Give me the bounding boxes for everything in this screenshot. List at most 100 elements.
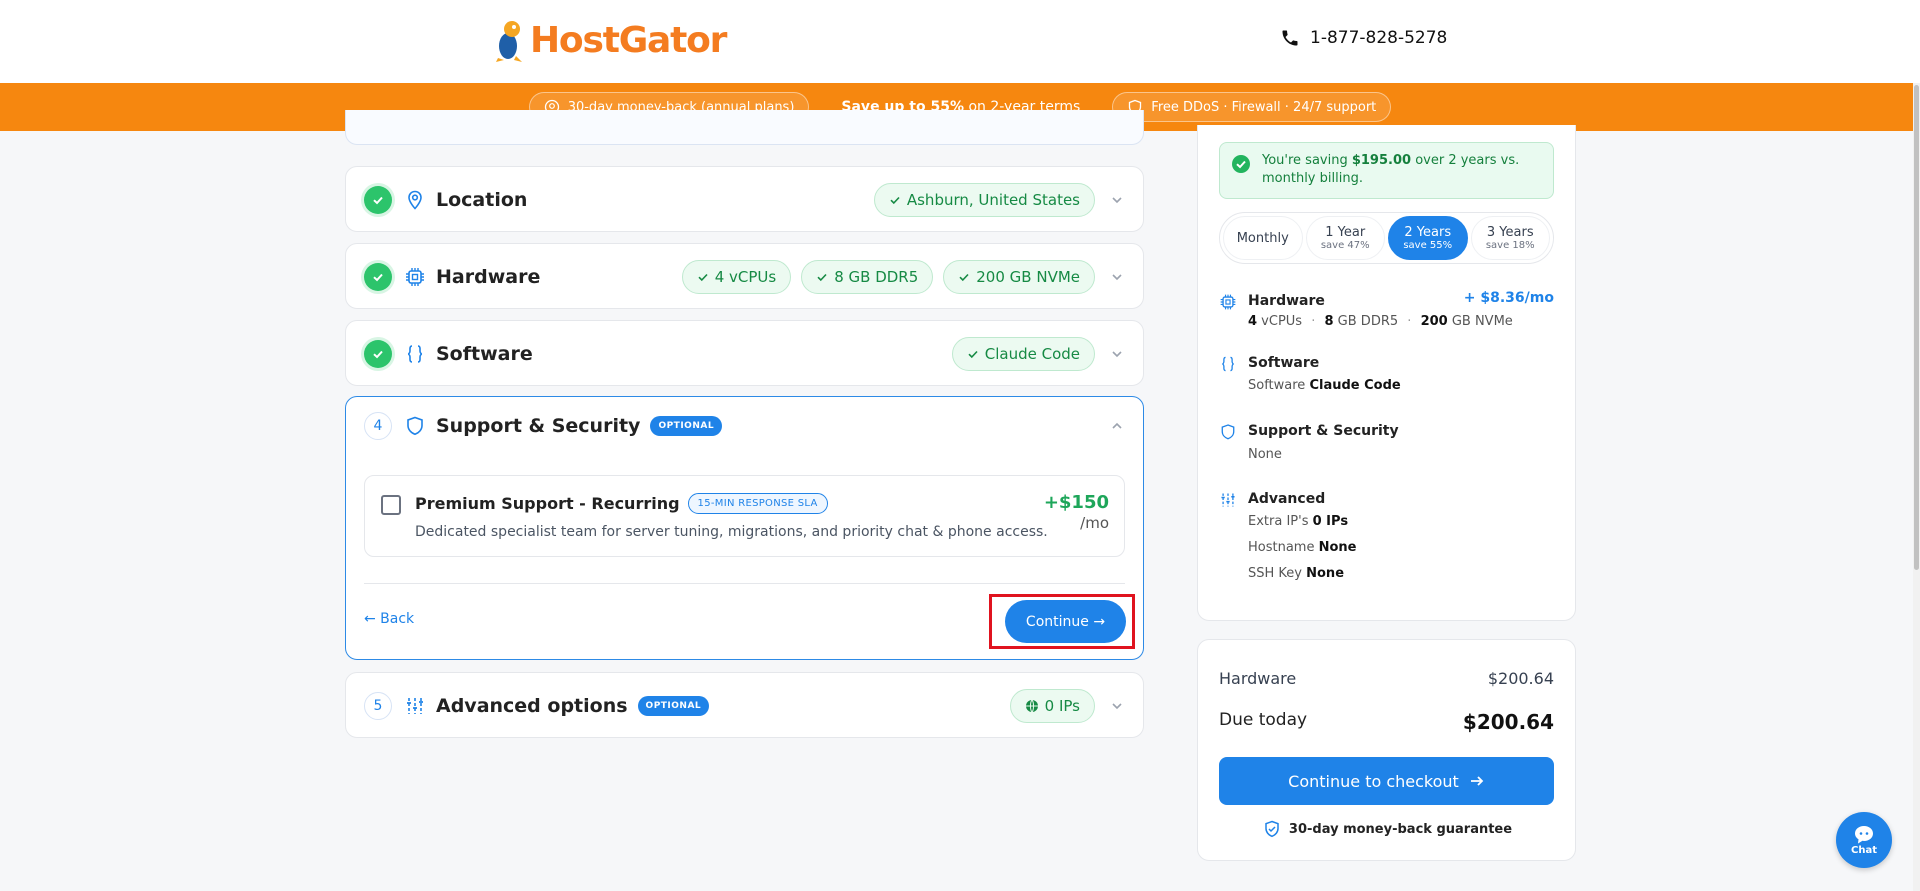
ips-chip: 0 IPs bbox=[1009, 689, 1095, 723]
chevron-down-icon[interactable] bbox=[1109, 192, 1125, 208]
check-icon bbox=[817, 273, 827, 282]
chip-label: 4 vCPUs bbox=[714, 268, 777, 286]
term-label: 1 Year bbox=[1325, 225, 1366, 240]
addon-description: Dedicated specialist team for server tun… bbox=[415, 524, 1048, 540]
sliders-icon bbox=[1221, 493, 1235, 507]
addon-premium-support[interactable]: Premium Support - Recurring 15-MIN RESPO… bbox=[364, 475, 1125, 557]
summary-hardware-price: + $8.36/mo bbox=[1463, 290, 1554, 306]
logo-text: HostGator bbox=[530, 19, 727, 61]
ram-unit: GB DDR5 bbox=[1333, 314, 1399, 329]
continue-button[interactable]: Continue → bbox=[1005, 600, 1126, 643]
addon-price-period: /mo bbox=[1080, 514, 1109, 532]
back-link[interactable]: ← Back bbox=[364, 611, 414, 627]
check-icon bbox=[968, 350, 978, 359]
cpu-chip-icon bbox=[406, 268, 424, 286]
guarantee-text: 30-day money-back guarantee bbox=[1288, 821, 1513, 837]
summary-extra-ips: Extra IP's 0 IPs bbox=[1248, 514, 1348, 529]
completed-check-icon bbox=[364, 340, 392, 368]
chevron-down-icon[interactable] bbox=[1109, 346, 1125, 362]
check-icon bbox=[959, 273, 969, 282]
savings-notice: You're saving $195.00 over 2 years vs. m… bbox=[1219, 142, 1554, 199]
chat-bubble-icon bbox=[1855, 825, 1873, 843]
summary-ssh-key: SSH Key None bbox=[1248, 566, 1344, 581]
step-advanced-options[interactable]: 5 Advanced options OPTIONAL 0 IPs bbox=[345, 672, 1144, 738]
code-braces-icon bbox=[407, 345, 423, 363]
software-value: Claude Code bbox=[1309, 378, 1401, 393]
step-number: 4 bbox=[364, 412, 392, 440]
map-pin-icon bbox=[408, 190, 422, 210]
summary-software-value: Software Claude Code bbox=[1248, 378, 1401, 393]
cpu-value: 4 bbox=[1248, 314, 1258, 329]
sliders-icon bbox=[407, 698, 423, 714]
addon-price: +$150 bbox=[1043, 492, 1109, 513]
chat-widget-button[interactable]: Chat bbox=[1836, 812, 1892, 868]
chip-label: 200 GB NVMe bbox=[976, 268, 1080, 286]
phone-icon bbox=[1282, 30, 1298, 46]
chat-label: Chat bbox=[1851, 844, 1877, 856]
ips-value: 0 IPs bbox=[1312, 514, 1349, 529]
addon-checkbox[interactable] bbox=[381, 495, 401, 515]
software-label: Software bbox=[1248, 378, 1310, 393]
checkout-label: Continue to checkout bbox=[1288, 771, 1459, 791]
step-software[interactable]: Software Claude Code bbox=[345, 320, 1144, 386]
term-discount: save 47% bbox=[1320, 240, 1370, 251]
ssh-value: None bbox=[1306, 566, 1345, 581]
money-back-guarantee: 30-day money-back guarantee bbox=[1198, 820, 1577, 838]
globe-icon bbox=[1025, 699, 1038, 713]
savings-amount: $195.00 bbox=[1351, 153, 1412, 168]
summary-advanced-title: Advanced bbox=[1248, 491, 1326, 507]
completed-check-icon bbox=[364, 186, 392, 214]
totals-hardware-row: Hardware $200.64 bbox=[1219, 669, 1554, 688]
term-3-years[interactable]: 3 Years save 18% bbox=[1470, 216, 1550, 260]
chip-label: 0 IPs bbox=[1044, 697, 1080, 715]
due-today-value: $200.64 bbox=[1462, 710, 1554, 734]
chevron-down-icon[interactable] bbox=[1109, 269, 1125, 285]
step-title: Location bbox=[436, 189, 528, 211]
totals-hardware-label: Hardware bbox=[1219, 669, 1297, 688]
term-discount: save 55% bbox=[1403, 240, 1453, 251]
term-monthly[interactable]: Monthly bbox=[1223, 216, 1303, 260]
previous-step-card bbox=[345, 110, 1144, 145]
optional-badge: OPTIONAL bbox=[650, 416, 723, 436]
support-phone[interactable]: 1-877-828-5278 bbox=[1280, 28, 1447, 48]
chip-label: Ashburn, United States bbox=[906, 191, 1080, 209]
software-chip: Claude Code bbox=[951, 337, 1095, 371]
term-2-years[interactable]: 2 Years save 55% bbox=[1388, 216, 1468, 260]
summary-hostname: Hostname None bbox=[1248, 540, 1357, 555]
term-discount: save 18% bbox=[1485, 240, 1535, 251]
step-title: Hardware bbox=[436, 266, 541, 288]
chevron-down-icon[interactable] bbox=[1109, 698, 1125, 714]
summary-hardware-title: Hardware bbox=[1248, 293, 1325, 309]
site-header: HostGator 1-877-828-5278 bbox=[0, 0, 1920, 83]
ram-chip: 8 GB DDR5 bbox=[801, 260, 934, 294]
savings-pre: You're saving bbox=[1262, 153, 1352, 168]
disk-value: 200 bbox=[1420, 314, 1448, 329]
due-today-label: Due today bbox=[1219, 710, 1308, 730]
security-text: Free DDoS · Firewall · 24/7 support bbox=[1151, 99, 1377, 115]
chevron-up-icon[interactable] bbox=[1109, 418, 1125, 434]
shield-icon bbox=[407, 416, 423, 436]
summary-software: Software Software Claude Code bbox=[1219, 355, 1554, 395]
step-location[interactable]: Location Ashburn, United States bbox=[345, 166, 1144, 232]
summary-support-value: None bbox=[1248, 447, 1282, 462]
term-1-year[interactable]: 1 Year save 47% bbox=[1305, 216, 1385, 260]
hostgator-logo[interactable]: HostGator bbox=[492, 18, 727, 62]
security-pill: Free DDoS · Firewall · 24/7 support bbox=[1112, 92, 1392, 122]
storage-chip: 200 GB NVMe bbox=[943, 260, 1095, 294]
step-hardware[interactable]: Hardware 4 vCPUs 8 GB DDR5 200 GB NVMe bbox=[345, 243, 1144, 309]
check-circle-icon bbox=[1232, 155, 1250, 173]
ips-label: Extra IP's bbox=[1248, 514, 1313, 529]
ram-value: 8 bbox=[1324, 314, 1334, 329]
spec-separator: · bbox=[1311, 314, 1316, 329]
scrollbar-thumb[interactable] bbox=[1914, 85, 1919, 570]
code-braces-icon bbox=[1222, 356, 1234, 372]
step-number: 5 bbox=[364, 692, 392, 720]
term-label: 3 Years bbox=[1486, 225, 1534, 240]
summary-support-security: Support & Security None bbox=[1219, 423, 1554, 463]
order-summary: You're saving $195.00 over 2 years vs. m… bbox=[1197, 125, 1576, 621]
step-title: Advanced options bbox=[436, 695, 628, 717]
phone-number: 1-877-828-5278 bbox=[1310, 28, 1448, 48]
continue-to-checkout-button[interactable]: Continue to checkout bbox=[1219, 757, 1554, 805]
addon-title: Premium Support - Recurring bbox=[415, 494, 680, 513]
chip-label: 8 GB DDR5 bbox=[834, 268, 919, 286]
